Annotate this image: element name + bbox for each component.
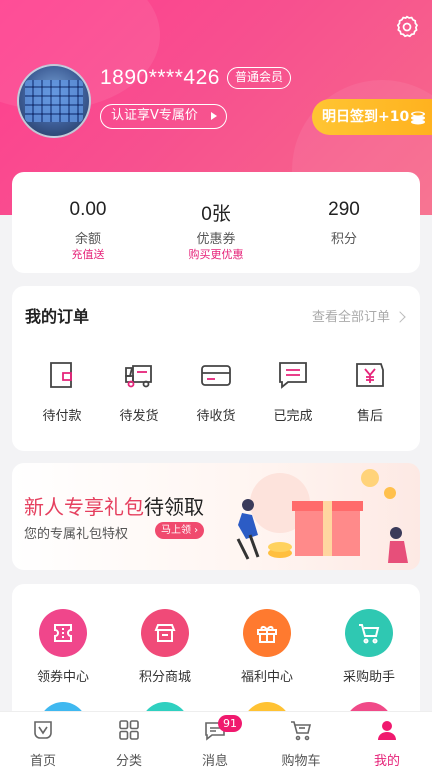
order-after-sales-label: 售后 [356, 409, 383, 424]
coin-stack-icon [411, 111, 425, 125]
banner-title-rest: 待领取 [144, 495, 204, 519]
user-phone-number: 1890****426 [100, 66, 220, 89]
welfare-center-icon-circle [243, 609, 291, 657]
welfare-center-label: 福利中心 [240, 670, 293, 685]
recharge-link[interactable]: 充值送 [20, 246, 156, 262]
tab-category-label: 分类 [115, 754, 142, 768]
card-box-icon [201, 365, 231, 386]
welfare-center-entry[interactable]: 福利中心 [216, 609, 318, 685]
banner-title: 新人专享礼包待领取 [24, 491, 204, 520]
delivery-truck-icon [125, 365, 152, 388]
tab-home[interactable]: 首页 [0, 712, 86, 768]
banner-title-highlight: 新人专享礼包 [24, 495, 144, 519]
points-mall-icon-circle [141, 609, 189, 657]
tab-home-label: 首页 [29, 754, 56, 768]
points-label: 积分 [330, 232, 357, 247]
points-value: 290 [328, 199, 360, 220]
order-after-sales[interactable]: 售后 [330, 358, 410, 424]
shop-icon [154, 624, 176, 642]
claim-now-button[interactable]: 马上领 › [155, 522, 205, 539]
purchase-assistant-icon-circle [345, 609, 393, 657]
view-all-orders-label: 查看全部订单 [311, 310, 390, 325]
points-mall-label: 积分商城 [138, 670, 191, 685]
gift-icon [257, 626, 277, 643]
services-card: 领券中心 积分商城 福利中心 采购助手 [12, 584, 420, 750]
tab-profile[interactable]: 我的 [344, 712, 430, 768]
orders-title: 我的订单 [25, 307, 90, 326]
chevron-right-icon [394, 311, 406, 323]
daily-sign-in-button[interactable]: 明日签到+10 [312, 99, 432, 135]
user-avatar[interactable] [17, 64, 91, 138]
unread-messages-badge: 91 [218, 715, 242, 732]
view-all-orders-link[interactable]: 查看全部订单 [311, 306, 406, 325]
balance-value: 0.00 [69, 199, 107, 220]
buy-coupon-link[interactable]: 购买更优惠 [148, 246, 284, 262]
wallet-icon [50, 362, 72, 388]
category-icon [119, 720, 139, 740]
cart-icon [291, 721, 312, 741]
avatar-image [25, 80, 83, 122]
tab-profile-label: 我的 [373, 754, 400, 768]
play-arrow-icon [211, 112, 217, 120]
my-orders-card: 我的订单 查看全部订单 待付款 待发货 待收货 已完成 售后 [12, 286, 420, 451]
verify-vip-button[interactable]: 认证享V专属价 [100, 104, 227, 129]
points-mall-entry[interactable]: 积分商城 [114, 609, 216, 685]
order-completed-label: 已完成 [273, 409, 313, 424]
balance-label: 余额 [74, 232, 101, 247]
order-pending-shipment-label: 待发货 [119, 409, 159, 424]
order-pending-payment[interactable]: 待付款 [22, 358, 102, 424]
coupon-center-entry[interactable]: 领券中心 [12, 609, 114, 685]
purchase-assistant-label: 采购助手 [342, 670, 395, 685]
cart-icon [359, 624, 380, 644]
order-pending-receipt-label: 待收货 [196, 409, 236, 424]
newcomer-gift-banner[interactable]: 新人专享礼包待领取 您的专属礼包特权 马上领 › [12, 463, 420, 570]
gift-box-illustration [236, 469, 408, 563]
claim-now-label: 马上领 [161, 525, 191, 536]
tab-cart[interactable]: 购物车 [258, 712, 344, 768]
tab-messages-label: 消息 [201, 754, 228, 768]
profile-icon [378, 721, 396, 740]
account-stats-card: 0.00 余额 充值送 0张 优惠券 购买更优惠 290 积分 [12, 172, 420, 273]
yen-ticket-icon [356, 363, 384, 387]
coupon-center-label: 领券中心 [36, 670, 89, 685]
verify-vip-label: 认证享V专属价 [111, 108, 198, 123]
order-pending-shipment[interactable]: 待发货 [99, 358, 179, 424]
sign-in-label: 明日签到+10 [322, 109, 410, 125]
tab-category[interactable]: 分类 [86, 712, 172, 768]
tab-messages[interactable]: 91 消息 [172, 712, 258, 768]
order-completed[interactable]: 已完成 [253, 358, 333, 424]
bottom-tab-bar: 首页 分类 91 消息 购物车 我的 [0, 711, 432, 768]
purchase-assistant-entry[interactable]: 采购助手 [318, 609, 420, 685]
home-icon [34, 721, 52, 739]
member-level-badge[interactable]: 普通会员 [227, 67, 292, 89]
tab-cart-label: 购物车 [281, 754, 321, 768]
coupon-icon [54, 624, 72, 642]
coupon-count: 0张 [201, 204, 231, 225]
banner-subtitle: 您的专属礼包特权 [24, 527, 129, 542]
coupon-label: 优惠券 [196, 232, 236, 247]
settings-gear-icon[interactable] [394, 14, 420, 40]
order-pending-payment-label: 待付款 [42, 409, 82, 424]
message-done-icon [279, 362, 307, 389]
order-pending-receipt[interactable]: 待收货 [176, 358, 256, 424]
coupon-center-icon-circle [39, 609, 87, 657]
